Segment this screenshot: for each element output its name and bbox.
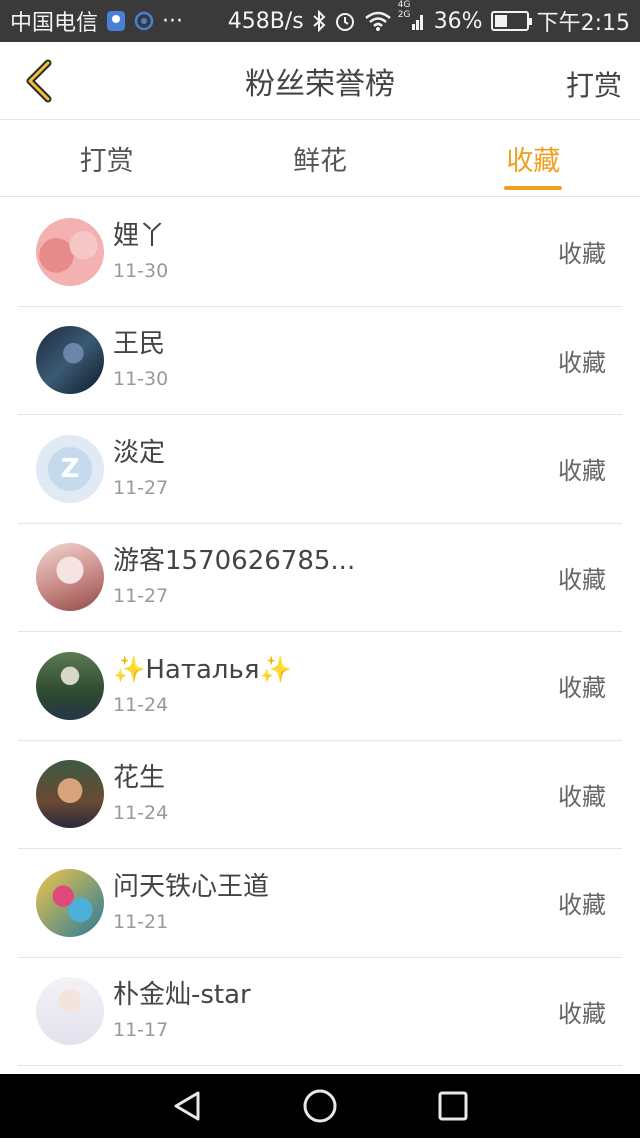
user-name: 王民 bbox=[113, 329, 166, 360]
page-title: 粉丝荣誉榜 bbox=[245, 66, 395, 102]
list-item[interactable]: 王民 11-30 收藏 bbox=[18, 307, 622, 415]
user-name: 娌丫 bbox=[113, 220, 166, 251]
item-date: 11-30 bbox=[113, 259, 169, 282]
user-name: 问天铁心王道 bbox=[113, 871, 270, 902]
action-label: 收藏 bbox=[558, 565, 606, 594]
location-icon bbox=[106, 10, 126, 32]
more-notifications: ··· bbox=[162, 8, 183, 34]
network-type-2g: 2G bbox=[397, 10, 411, 20]
nav-back-button[interactable] bbox=[163, 1082, 211, 1130]
active-tab-indicator bbox=[504, 186, 563, 190]
tab-label: 打赏 bbox=[79, 146, 134, 177]
item-date: 11-27 bbox=[113, 585, 169, 608]
app-notification-icon bbox=[134, 11, 154, 31]
user-name: 淡定 bbox=[113, 437, 166, 468]
wifi-icon bbox=[364, 10, 392, 32]
tab-reward[interactable]: 打赏 bbox=[0, 121, 213, 196]
default-avatar-icon: Z bbox=[48, 446, 92, 491]
action-label: 收藏 bbox=[558, 240, 606, 269]
user-name: 朴金灿-star bbox=[113, 980, 251, 1011]
avatar bbox=[36, 326, 104, 395]
list-item[interactable]: 花生 11-24 收藏 bbox=[18, 741, 622, 849]
avatar bbox=[36, 977, 104, 1046]
action-label: 收藏 bbox=[558, 457, 606, 486]
square-recents-icon bbox=[438, 1091, 468, 1121]
avatar bbox=[36, 868, 104, 937]
action-label: 收藏 bbox=[558, 891, 606, 920]
user-name-text: Наталья bbox=[145, 654, 260, 685]
tab-label: 鲜花 bbox=[292, 146, 347, 177]
action-label: 收藏 bbox=[558, 782, 606, 811]
list-item[interactable]: 问天铁心王道 11-21 收藏 bbox=[18, 849, 622, 958]
user-name: 游客1570626785... bbox=[113, 546, 356, 577]
item-date: 11-27 bbox=[113, 476, 169, 499]
reward-button[interactable]: 打赏 bbox=[566, 64, 622, 104]
sparkle-icon: ✨ bbox=[113, 654, 146, 685]
item-date: 11-24 bbox=[113, 802, 169, 825]
circle-home-icon bbox=[303, 1089, 337, 1123]
action-label: 收藏 bbox=[558, 674, 606, 703]
network-type-4g: 4G bbox=[397, 0, 411, 10]
triangle-back-icon bbox=[174, 1091, 200, 1121]
action-label: 收藏 bbox=[558, 999, 606, 1028]
alarm-icon bbox=[334, 10, 356, 32]
item-date: 11-17 bbox=[113, 1019, 169, 1042]
avatar: Z bbox=[36, 434, 104, 503]
signal-icon: 4G 2G bbox=[397, 0, 426, 32]
sparkle-icon: ✨ bbox=[259, 654, 292, 685]
app-header: 粉丝荣誉榜 打赏 bbox=[0, 42, 640, 120]
bluetooth-icon bbox=[312, 10, 326, 32]
tab-flowers[interactable]: 鲜花 bbox=[213, 121, 426, 196]
clock: 下午2:15 bbox=[536, 11, 630, 36]
status-bar: 中国电信 ··· 458B/s 4G 2G 36% 下午2:15 bbox=[0, 0, 640, 42]
tab-label: 收藏 bbox=[506, 146, 561, 177]
nav-recents-button[interactable] bbox=[429, 1082, 477, 1130]
chevron-left-icon bbox=[26, 59, 52, 103]
user-name: ✨Наталья✨ bbox=[113, 653, 292, 687]
back-button[interactable] bbox=[14, 56, 64, 106]
item-date: 11-24 bbox=[113, 693, 169, 716]
carrier-label: 中国电信 bbox=[10, 11, 99, 36]
list-item[interactable]: 娌丫 11-30 收藏 bbox=[18, 198, 622, 307]
avatar bbox=[36, 651, 104, 720]
action-label: 收藏 bbox=[558, 348, 606, 377]
battery-percent: 36% bbox=[433, 8, 483, 34]
fan-list: 娌丫 11-30 收藏 王民 11-30 收藏 Z 淡定 11-27 收藏 游客… bbox=[18, 198, 622, 1066]
user-name: 花生 bbox=[113, 763, 166, 794]
avatar bbox=[36, 543, 104, 612]
list-item[interactable]: 朴金灿-star 11-17 收藏 bbox=[18, 958, 622, 1066]
item-date: 11-21 bbox=[113, 910, 169, 933]
list-item[interactable]: 游客1570626785... 11-27 收藏 bbox=[18, 524, 622, 632]
nav-home-button[interactable] bbox=[296, 1082, 344, 1130]
avatar bbox=[36, 760, 104, 829]
avatar bbox=[36, 217, 104, 286]
battery-icon bbox=[490, 11, 532, 31]
network-speed: 458B/s bbox=[227, 8, 304, 34]
tab-favorites[interactable]: 收藏 bbox=[427, 121, 640, 196]
item-date: 11-30 bbox=[113, 368, 169, 391]
tab-bar: 打赏 鲜花 收藏 bbox=[0, 121, 640, 197]
system-nav-bar bbox=[0, 1074, 640, 1138]
list-item[interactable]: ✨Наталья✨ 11-24 收藏 bbox=[18, 632, 622, 741]
list-item[interactable]: Z 淡定 11-27 收藏 bbox=[18, 415, 622, 524]
